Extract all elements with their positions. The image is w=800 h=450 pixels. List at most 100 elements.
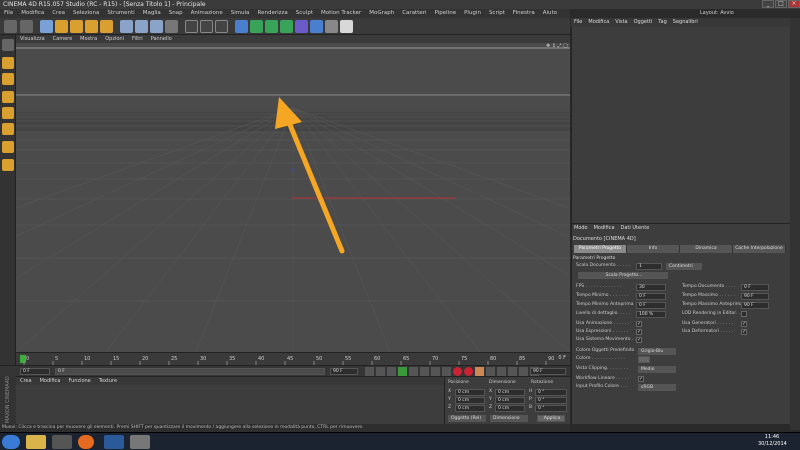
render-view-icon[interactable] [185, 20, 198, 33]
material-menu-crea[interactable]: Crea [16, 377, 36, 385]
last-frame-icon[interactable] [431, 367, 440, 376]
scale-field[interactable]: 1 [636, 263, 662, 270]
object-menu-segnalibri[interactable]: Segnalibri [670, 18, 701, 27]
y-axis-icon[interactable] [135, 20, 148, 33]
use-deformers-checkbox[interactable]: ✓ [741, 329, 747, 335]
3d-viewport[interactable]: ✥ ↕ ⤢ ▢ [16, 43, 570, 352]
app-taskbar-icon[interactable] [130, 435, 150, 449]
light-icon[interactable] [340, 20, 353, 33]
menu-strumenti[interactable]: Strumenti [103, 9, 138, 18]
record-icon[interactable] [453, 367, 462, 376]
menu-caratteri[interactable]: Caratteri [398, 9, 430, 18]
viewport-menu-visualizza[interactable]: Visualizza [16, 35, 49, 43]
linear-workflow-checkbox[interactable]: ✓ [638, 376, 644, 382]
use-motion-checkbox[interactable]: ✓ [636, 337, 642, 343]
menu-finestra[interactable]: Finestra [509, 9, 539, 18]
viewport-menu-mostra[interactable]: Mostra [76, 35, 101, 43]
points-mode-icon[interactable] [2, 107, 14, 119]
menu-snap[interactable]: Snap [165, 9, 187, 18]
menu-script[interactable]: Script [485, 9, 509, 18]
attr-menu-modifica[interactable]: Modifica [591, 224, 618, 233]
scale-icon[interactable] [70, 20, 83, 33]
keyframe-selection-icon[interactable] [475, 367, 484, 376]
minimize-button[interactable]: _ [762, 0, 774, 8]
fps-field[interactable]: 30 [636, 284, 666, 291]
select-icon[interactable] [40, 20, 53, 33]
menu-plugin[interactable]: Plugin [460, 9, 485, 18]
snap-icon[interactable] [2, 159, 14, 171]
param-key-icon[interactable] [519, 367, 528, 376]
use-generators-checkbox[interactable]: ✓ [741, 321, 747, 327]
viewport-menu-filtri[interactable]: Filtri [128, 35, 147, 43]
min-time-field[interactable]: 0 F [636, 293, 666, 300]
start-frame-field[interactable]: 0 F [20, 368, 50, 375]
render-settings-icon[interactable] [215, 20, 228, 33]
position-key-icon[interactable] [486, 367, 495, 376]
lod-field[interactable]: 100 % [636, 311, 666, 318]
firefox-icon[interactable] [78, 435, 94, 449]
menu-aiuto[interactable]: Aiuto [539, 9, 561, 18]
color-profile-select[interactable]: sRGB [638, 384, 676, 391]
scale-project-button[interactable]: Scala Progetto... [578, 272, 668, 279]
coord-h-rotation[interactable]: 0 ° [535, 389, 567, 396]
viewport-menu-camere[interactable]: Camere [49, 35, 77, 43]
color-swatch[interactable] [638, 356, 650, 363]
material-menu-modifica[interactable]: Modifica [36, 377, 65, 385]
coord-y-size[interactable]: 0 cm [495, 397, 525, 404]
menu-maglia[interactable]: Maglia [139, 9, 165, 18]
min-preview-field[interactable]: 0 F [636, 302, 666, 309]
taskbar-clock[interactable]: 11:46 30/12/2014 [758, 433, 787, 449]
rotate-icon[interactable] [85, 20, 98, 33]
prev-frame-icon[interactable] [387, 367, 396, 376]
menu-renderizza[interactable]: Renderizza [254, 9, 292, 18]
start-button-icon[interactable] [2, 435, 20, 449]
attr-menu-modo[interactable]: Modo [571, 224, 591, 233]
coord-z-size[interactable]: 0 cm [495, 405, 525, 412]
undo-icon[interactable] [4, 20, 17, 33]
coord-p-rotation[interactable]: 0 ° [535, 397, 567, 404]
coord-b-rotation[interactable]: 0 ° [535, 405, 567, 412]
media-player-icon[interactable] [52, 435, 72, 449]
rotation-key-icon[interactable] [508, 367, 517, 376]
end-frame-field-2[interactable]: 90 F [530, 368, 566, 375]
apply-button[interactable]: Applica [537, 415, 565, 422]
use-expressions-checkbox[interactable]: ✓ [636, 329, 642, 335]
workplane-mode-icon[interactable] [2, 91, 14, 103]
coord-size-select[interactable]: Dimensione [490, 415, 528, 422]
model-mode-icon[interactable] [2, 57, 14, 69]
array-icon[interactable] [265, 20, 278, 33]
make-editable-icon[interactable] [2, 39, 14, 51]
menu-motion-tracker[interactable]: Motion Tracker [317, 9, 365, 18]
maximize-button[interactable]: □ [775, 0, 787, 8]
next-frame-icon[interactable] [409, 367, 418, 376]
range-slider[interactable]: 0 F [55, 368, 325, 375]
autokey-icon[interactable] [464, 367, 473, 376]
side-tabs[interactable] [790, 18, 800, 430]
menu-modifica[interactable]: Modifica [17, 9, 48, 18]
coordinate-system-icon[interactable] [165, 20, 178, 33]
object-menu-vista[interactable]: Vista [612, 18, 630, 27]
z-axis-icon[interactable] [150, 20, 163, 33]
menu-sculpt[interactable]: Sculpt [292, 9, 317, 18]
tab-parametri-progetto[interactable]: Parametri Progetto [574, 245, 627, 253]
cube-icon[interactable] [235, 20, 248, 33]
coord-z-position[interactable]: 0 cm [455, 405, 485, 412]
max-time-field[interactable]: 90 F [741, 293, 769, 300]
menu-pipeline[interactable]: Pipeline [431, 9, 461, 18]
prev-key-icon[interactable] [376, 367, 385, 376]
object-menu-modifica[interactable]: Modifica [585, 18, 612, 27]
default-color-select[interactable]: Grigio-Blu [638, 348, 676, 355]
nurbs-icon[interactable] [250, 20, 263, 33]
object-menu-oggetti[interactable]: Oggetti [631, 18, 656, 27]
timeline[interactable]: 0 5 10 15 20 25 30 35 40 45 50 55 60 65 70 75 80 85 90 0 F [16, 352, 570, 366]
scene-icon[interactable] [295, 20, 308, 33]
play-icon[interactable] [398, 367, 407, 376]
coord-x-position[interactable]: 0 cm [455, 389, 485, 396]
scale-unit-select[interactable]: Centimetri [666, 263, 702, 270]
use-animation-checkbox[interactable]: ✓ [636, 321, 642, 327]
viewport-menu-pannello[interactable]: Pannello [147, 35, 176, 43]
menu-crea[interactable]: Crea [48, 9, 69, 18]
cinema4d-taskbar-icon[interactable] [104, 435, 124, 449]
menu-mograph[interactable]: MoGraph [365, 9, 398, 18]
end-frame-field[interactable]: 90 F [330, 368, 358, 375]
